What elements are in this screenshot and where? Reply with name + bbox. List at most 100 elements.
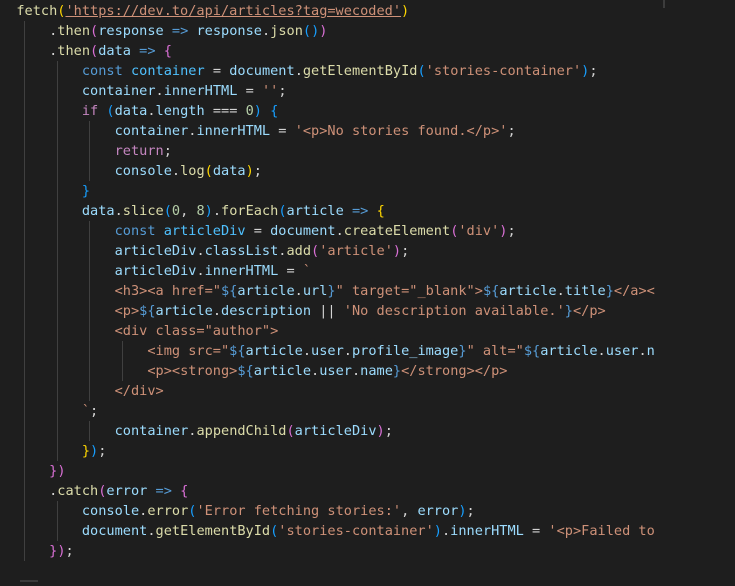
indent-guide: [56, 201, 58, 221]
code-line[interactable]: console.error('Error fetching stories:',…: [0, 501, 655, 521]
code-line[interactable]: <img src="${article.user.profile_image}"…: [0, 341, 655, 361]
code-line[interactable]: });: [0, 441, 655, 461]
code-token: innerHTML: [204, 263, 279, 279]
code-token: =: [523, 523, 549, 539]
indent-guide: [56, 61, 58, 81]
code-token: <h3><a href=": [114, 283, 221, 299]
code-token: .: [351, 363, 361, 379]
code-editor[interactable]: fetch ('https://dev.to/api/articles?tag=w…: [0, 0, 655, 586]
code-token: 'stories-container': [425, 63, 582, 79]
indent-guide: [89, 261, 91, 281]
code-line[interactable]: const articleDiv = document.createElemen…: [0, 221, 655, 241]
indent-guide: [24, 281, 25, 301]
indent-guide: [122, 361, 124, 381]
indent-guide: [24, 501, 25, 521]
code-token: container: [114, 423, 189, 439]
indent-guide: [24, 361, 25, 381]
code-line[interactable]: <div class="author">: [0, 321, 655, 341]
minimap[interactable]: [655, 0, 735, 586]
code-line[interactable]: console.log(data);: [0, 161, 655, 181]
code-line[interactable]: data.slice(0, 8).forEach(article => {: [0, 201, 655, 221]
code-token: ,: [180, 203, 197, 219]
line-padding: [0, 543, 16, 559]
code-line[interactable]: const container = document.getElementByI…: [0, 61, 655, 81]
code-token: ;: [163, 143, 172, 159]
code-token: ${: [229, 343, 246, 359]
code-token: .: [294, 283, 303, 299]
code-line[interactable]: .then(response => response.json()): [0, 21, 655, 41]
code-line[interactable]: <h3><a href="${article.url}" target="_bl…: [0, 281, 655, 301]
indent-guide: [56, 141, 58, 161]
code-line[interactable]: document.getElementById('stories-contain…: [0, 521, 655, 541]
code-token: .: [212, 303, 222, 319]
line-padding: [0, 423, 16, 439]
code-line[interactable]: container.appendChild(articleDiv);: [0, 421, 655, 441]
indent-guide: [89, 301, 91, 321]
code-token: articleDiv: [294, 423, 377, 439]
code-line[interactable]: container.innerHTML = '';: [0, 81, 655, 101]
line-padding: [0, 163, 16, 179]
line-padding: [0, 363, 16, 379]
indent-guide: [89, 241, 91, 261]
code-token: innerHTML: [450, 523, 524, 539]
indent-guide: [24, 141, 25, 161]
code-line[interactable]: .catch(error => {: [0, 481, 655, 501]
code-line[interactable]: </div>: [0, 381, 655, 401]
code-token: ${: [237, 363, 254, 379]
code-line[interactable]: <p><strong>${article.user.name}</strong>…: [0, 361, 655, 381]
code-token: getElementById: [155, 523, 271, 539]
code-line[interactable]: }: [0, 181, 655, 201]
code-token: {: [270, 103, 279, 119]
minimap-slider[interactable]: [663, 0, 665, 8]
code-token: 0: [245, 103, 254, 119]
code-line[interactable]: articleDiv.classList.add('article');: [0, 241, 655, 261]
code-token: =: [237, 83, 262, 99]
code-token: articleDiv: [163, 223, 246, 239]
code-token: .: [556, 283, 565, 299]
indent-guide: [24, 261, 25, 281]
code-line[interactable]: return;: [0, 141, 655, 161]
code-token: articleDiv: [114, 263, 197, 279]
code-content[interactable]: fetch ('https://dev.to/api/articles?tag=w…: [0, 1, 655, 561]
code-token: .: [147, 523, 156, 539]
code-token: slice: [122, 203, 164, 219]
indent-guide: [56, 301, 58, 321]
line-padding: [0, 203, 16, 219]
code-line[interactable]: }): [0, 461, 655, 481]
code-token: then: [57, 23, 91, 39]
code-token: length: [155, 103, 205, 119]
line-padding: [0, 103, 16, 119]
code-token: then: [57, 43, 91, 59]
code-token: article: [286, 203, 344, 219]
code-token: container: [130, 63, 205, 79]
code-token: getElementById: [302, 63, 418, 79]
code-line[interactable]: .then(data => {: [0, 41, 655, 61]
code-token: `: [81, 403, 91, 419]
code-token: createElement: [343, 223, 451, 239]
indent-guide: [24, 441, 25, 461]
code-token: ${: [139, 303, 156, 319]
code-token: ): [401, 3, 410, 19]
indent-guide: [89, 321, 91, 341]
code-token: ): [319, 23, 328, 39]
code-line[interactable]: articleDiv.innerHTML = `: [0, 261, 655, 281]
line-padding: [0, 323, 16, 339]
code-token: }: [605, 283, 614, 299]
code-line[interactable]: fetch('https://dev.to/api/articles?tag=w…: [0, 1, 655, 21]
code-line[interactable]: `;: [0, 401, 655, 421]
code-line[interactable]: <p>${article.description || 'No descript…: [0, 301, 655, 321]
code-token: error: [106, 483, 148, 499]
code-token: fetch: [16, 3, 58, 19]
code-line[interactable]: if (data.length === 0) {: [0, 101, 655, 121]
horizontal-scrollbar[interactable]: [20, 580, 38, 582]
code-token: article: [245, 343, 303, 359]
code-line[interactable]: });: [0, 541, 655, 561]
indent-guide: [89, 121, 91, 141]
code-line[interactable]: container.innerHTML = '<p>No stories fou…: [0, 121, 655, 141]
